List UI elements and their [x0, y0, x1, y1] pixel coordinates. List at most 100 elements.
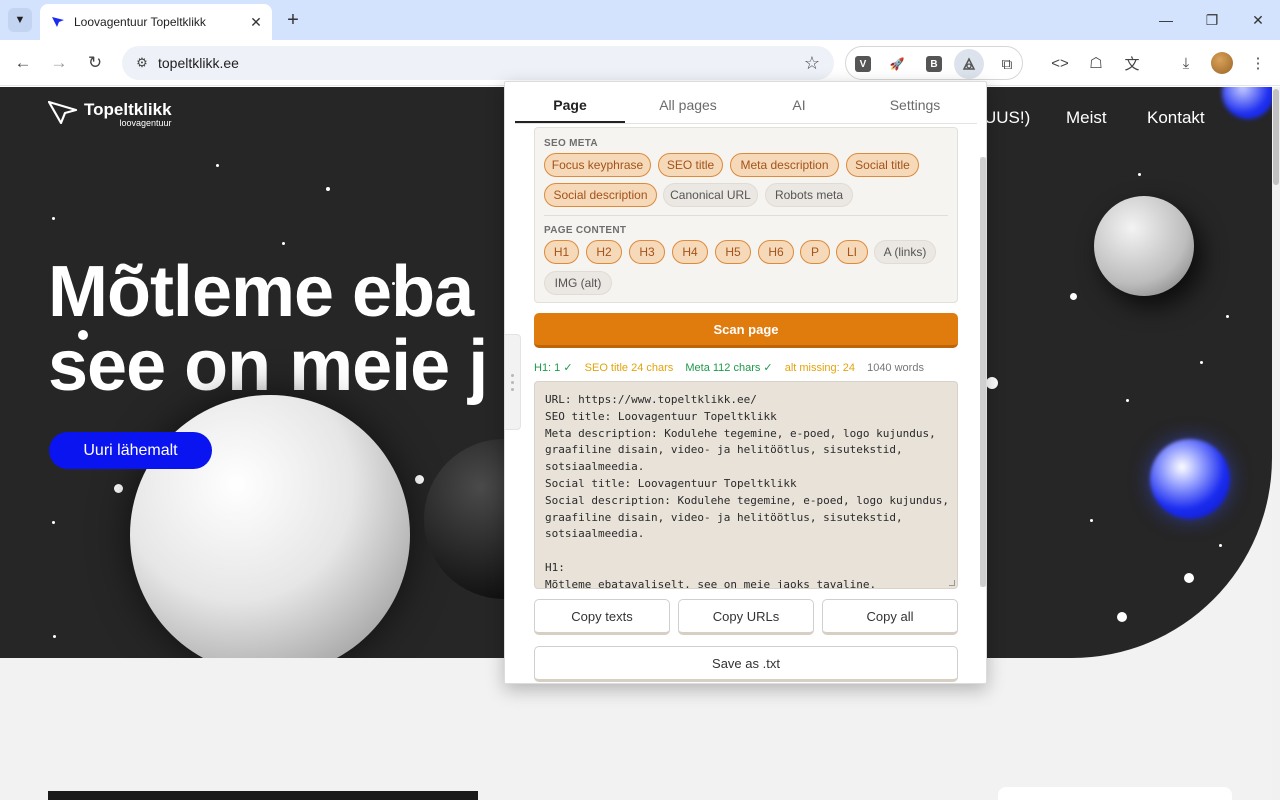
star-decoration — [52, 521, 55, 524]
star-decoration — [282, 242, 285, 245]
save-txt-button[interactable]: Save as .txt — [534, 646, 958, 682]
topeltklikk-favicon-icon — [50, 14, 66, 30]
page-scrollbar-thumb[interactable] — [1273, 89, 1279, 185]
new-tab-button[interactable]: + — [282, 9, 304, 31]
chip-canonical-url[interactable]: Canonical URL — [663, 183, 758, 207]
chip-h4[interactable]: H4 — [672, 240, 708, 264]
star-decoration — [1219, 544, 1222, 547]
tab-settings[interactable]: Settings — [860, 97, 970, 113]
scan-output-textarea[interactable]: URL: https://www.topeltklikk.ee/ SEO tit… — [534, 381, 958, 589]
chip-p[interactable]: P — [800, 240, 830, 264]
back-arrow-icon[interactable]: ← — [11, 51, 35, 75]
seo-extension-popup: Page All pages AI Settings SEO META Focu… — [504, 81, 987, 684]
copy-urls-button[interactable]: Copy URLs — [678, 599, 814, 635]
popup-scrollbar-thumb[interactable] — [980, 157, 986, 587]
logo-arrow-icon — [48, 100, 78, 124]
star-decoration — [1226, 315, 1229, 318]
learn-more-button[interactable]: Uuri lähemalt — [49, 432, 212, 469]
extensions-puzzle-icon[interactable]: ⧉ — [996, 53, 1018, 75]
chip-social-title[interactable]: Social title — [846, 153, 919, 177]
resize-grip-icon[interactable] — [949, 580, 955, 586]
popup-drag-handle[interactable] — [505, 334, 521, 430]
stat-word-count: 1040 words — [867, 362, 924, 374]
star-decoration — [216, 164, 219, 167]
nav-link-new[interactable]: UUS!) — [984, 108, 1030, 128]
star-decoration — [1138, 173, 1141, 176]
page-content-label: PAGE CONTENT — [544, 225, 627, 236]
chip-h3[interactable]: H3 — [629, 240, 665, 264]
star-decoration — [1200, 361, 1203, 364]
hero-headline-line-1: Mõtleme eba — [48, 252, 474, 332]
tab-title: Loovagentuur Topeltklikk — [74, 15, 206, 29]
star-decoration — [1184, 573, 1194, 583]
star-decoration — [1230, 627, 1233, 630]
tab-ai[interactable]: AI — [744, 97, 854, 113]
tab-search-button[interactable]: ▼ — [8, 8, 32, 32]
chip-robots-meta[interactable]: Robots meta — [765, 183, 853, 207]
section-divider — [544, 215, 948, 216]
nav-link-meist[interactable]: Meist — [1066, 108, 1107, 128]
rocket-icon[interactable]: 🚀 — [886, 53, 908, 75]
star-decoration — [1090, 519, 1093, 522]
scan-stats: H1: 1 ✓ SEO title 24 chars Meta 112 char… — [534, 361, 933, 374]
nav-link-kontakt[interactable]: Kontakt — [1147, 108, 1205, 128]
stat-alt-missing: alt missing: 24 — [784, 362, 856, 374]
popup-tabs: Page All pages AI Settings — [515, 82, 977, 124]
bookmark-star-icon[interactable]: ☆ — [802, 53, 822, 73]
popup-scrollbar[interactable] — [980, 157, 986, 587]
page-scrollbar[interactable] — [1272, 87, 1280, 800]
chip-li[interactable]: LI — [836, 240, 868, 264]
window-close-icon[interactable]: ✕ — [1246, 8, 1270, 32]
chip-img-alt[interactable]: IMG (alt) — [544, 271, 612, 295]
chip-meta-description[interactable]: Meta description — [730, 153, 839, 177]
star-decoration — [53, 635, 56, 638]
menu-dots-icon[interactable]: ⋮ — [1246, 51, 1270, 75]
next-section-card — [998, 787, 1232, 800]
chip-h1[interactable]: H1 — [544, 240, 579, 264]
hero-headline-line-2: see on meie j — [48, 326, 488, 406]
site-info-icon[interactable]: ⚙ — [131, 52, 153, 74]
minimize-icon[interactable]: — — [1154, 8, 1178, 32]
chip-social-description[interactable]: Social description — [544, 183, 657, 207]
chevron-down-icon: ▼ — [14, 14, 26, 26]
chip-h5[interactable]: H5 — [715, 240, 751, 264]
chip-h2[interactable]: H2 — [586, 240, 622, 264]
tab-close-icon[interactable]: ✕ — [248, 14, 264, 30]
ext-v-icon[interactable]: V — [855, 56, 871, 72]
tab-all-pages[interactable]: All pages — [633, 97, 743, 113]
address-url[interactable]: topeltklikk.ee — [158, 55, 239, 71]
site-logo[interactable]: Topeltklikk loovagentuur — [48, 100, 172, 128]
reload-icon[interactable]: ↻ — [83, 51, 107, 75]
stat-h1: H1: 1 ✓ — [534, 362, 573, 374]
scan-output-text[interactable]: URL: https://www.topeltklikk.ee/ SEO tit… — [545, 392, 949, 588]
forward-arrow-icon[interactable]: → — [47, 51, 71, 75]
incognito-icon[interactable]: ☖ — [1084, 51, 1108, 75]
tab-page[interactable]: Page — [515, 97, 625, 113]
seo-extension-icon[interactable] — [954, 49, 984, 79]
active-tab-indicator — [515, 121, 625, 123]
download-icon[interactable]: ⤓ — [1174, 51, 1198, 75]
scan-options-panel: SEO META Focus keyphrase SEO title Meta … — [534, 127, 958, 303]
chip-h6[interactable]: H6 — [758, 240, 794, 264]
star-decoration — [326, 187, 330, 191]
restore-icon[interactable]: ❐ — [1200, 8, 1224, 32]
copy-texts-button[interactable]: Copy texts — [534, 599, 670, 635]
star-decoration — [986, 377, 998, 389]
profile-avatar[interactable] — [1211, 52, 1233, 74]
copy-all-button[interactable]: Copy all — [822, 599, 958, 635]
scan-page-button[interactable]: Scan page — [534, 313, 958, 348]
star-decoration — [1126, 399, 1129, 402]
code-icon[interactable]: <> — [1048, 51, 1072, 75]
address-bar[interactable]: ⚙ topeltklikk.ee ☆ — [122, 46, 834, 80]
logo-subtitle: loovagentuur — [119, 118, 172, 128]
ext-b-icon[interactable]: B — [926, 56, 942, 72]
chip-seo-title[interactable]: SEO title — [658, 153, 723, 177]
chip-focus-keyphrase[interactable]: Focus keyphrase — [544, 153, 651, 177]
chip-a-links[interactable]: A (links) — [874, 240, 936, 264]
translate-icon[interactable]: 文 — [1120, 51, 1144, 75]
extensions-group: V 🚀 B ⧉ — [845, 46, 1023, 80]
star-decoration — [114, 484, 123, 493]
stat-seo-title: SEO title 24 chars — [584, 362, 674, 374]
browser-tab[interactable]: Loovagentuur Topeltklikk ✕ — [40, 4, 272, 40]
tab-strip: ▼ Loovagentuur Topeltklikk ✕ + — ❐ ✕ — [0, 0, 1280, 40]
